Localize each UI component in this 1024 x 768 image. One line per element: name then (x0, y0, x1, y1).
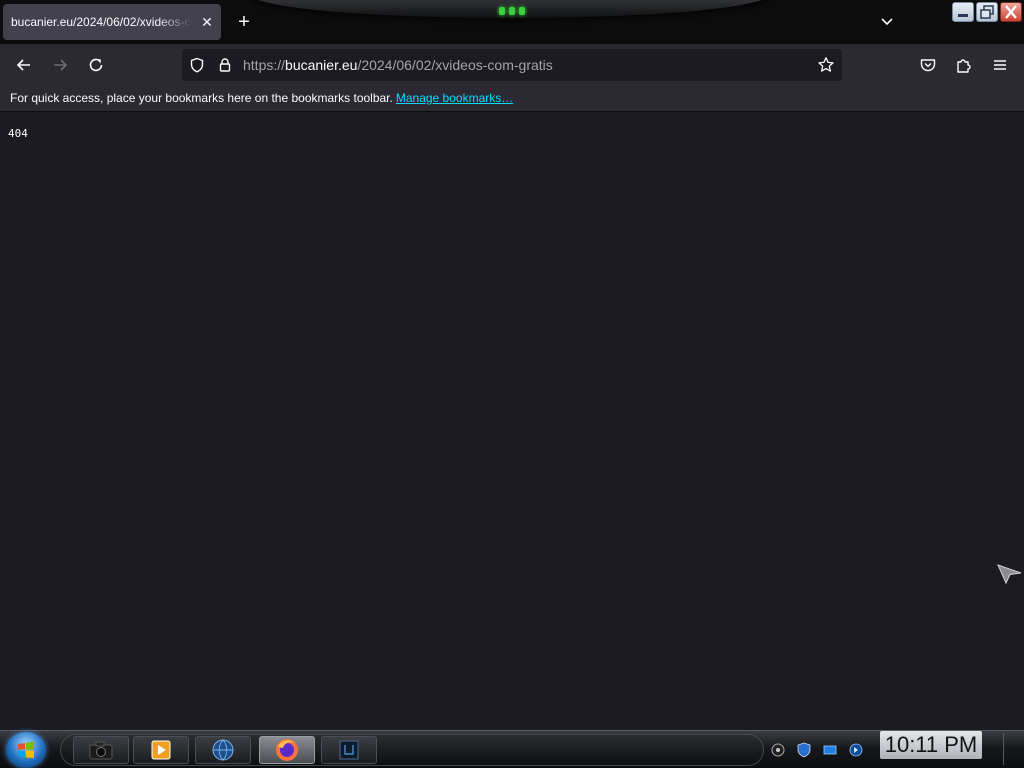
new-tab-button[interactable]: + (232, 10, 256, 34)
taskbar-clock[interactable]: 10:11 PM (880, 731, 982, 759)
minimize-button[interactable] (952, 2, 974, 22)
puzzle-icon (957, 59, 971, 73)
url-path: /2024/06/02/xvideos-com-gratis (357, 57, 553, 73)
titlebar-indicator (496, 7, 528, 17)
tab-close-icon[interactable]: ✕ (199, 14, 215, 30)
page-content: 404 (0, 112, 1024, 730)
bookmarks-toolbar: For quick access, place your bookmarks h… (0, 86, 1024, 112)
back-arrow-icon (16, 59, 30, 71)
url-scheme: https:// (243, 57, 286, 73)
taskbar-app-button[interactable] (321, 736, 377, 764)
media-player-icon (151, 740, 171, 760)
globe-icon (212, 739, 234, 761)
reload-icon (89, 58, 103, 72)
taskbar-camera-button[interactable] (73, 736, 129, 764)
reload-button[interactable] (83, 52, 109, 78)
manage-bookmarks-link[interactable]: Manage bookmarks… (396, 91, 513, 105)
back-button[interactable] (11, 52, 37, 78)
url-host: bucanier.eu (285, 57, 358, 73)
mouse-cursor-icon (997, 564, 1022, 585)
system-tray (766, 734, 870, 766)
close-icon (1005, 5, 1017, 19)
list-all-tabs-button[interactable] (876, 12, 898, 32)
navigation-toolbar: https://bucanier.eu/2024/06/02/xvideos-c… (0, 44, 1024, 86)
extensions-button[interactable] (951, 52, 977, 78)
tab-title: bucanier.eu/2024/06/02/xvideos-com-grati… (11, 15, 193, 29)
forward-arrow-icon (54, 59, 68, 71)
shield-icon[interactable] (188, 56, 206, 74)
pocket-icon (920, 59, 936, 72)
restore-button[interactable] (976, 2, 998, 22)
forward-button[interactable] (47, 52, 73, 78)
network-status-icon[interactable] (770, 742, 786, 758)
error-code-text: 404 (8, 127, 28, 140)
save-to-pocket-button[interactable] (915, 52, 941, 78)
desktop-screen: bucanier.eu/2024/06/02/xvideos-com-grati… (0, 0, 1024, 768)
bookmarks-empty-message: For quick access, place your bookmarks h… (10, 91, 393, 105)
browser-tab-active[interactable]: bucanier.eu/2024/06/02/xvideos-com-grati… (3, 4, 221, 40)
security-shield-icon[interactable] (796, 742, 812, 758)
show-desktop-button[interactable] (1003, 733, 1020, 765)
application-menu-button[interactable] (987, 52, 1013, 78)
chevron-down-icon (881, 18, 893, 26)
camera-icon (89, 741, 113, 760)
minimize-icon (958, 14, 968, 17)
app-window-icon (339, 740, 359, 760)
star-icon[interactable] (817, 56, 835, 74)
display-icon[interactable] (822, 742, 838, 758)
window-controls (952, 2, 1022, 22)
taskbar-firefox-button[interactable] (259, 736, 315, 764)
taskbar: 10:11 PM (0, 730, 1024, 768)
close-window-button[interactable] (1000, 2, 1022, 22)
volume-icon[interactable] (848, 742, 864, 758)
restore-icon (980, 5, 994, 19)
taskbar-browser-globe-button[interactable] (195, 736, 251, 764)
tab-strip: bucanier.eu/2024/06/02/xvideos-com-grati… (0, 0, 1024, 44)
lock-icon[interactable] (216, 56, 234, 74)
taskbar-buttons-area (60, 734, 764, 766)
url-bar[interactable]: https://bucanier.eu/2024/06/02/xvideos-c… (182, 49, 842, 81)
windows-logo-icon (18, 741, 34, 759)
taskbar-media-player-button[interactable] (133, 736, 189, 764)
hamburger-menu-icon (994, 60, 1006, 70)
firefox-icon (276, 739, 298, 761)
url-text[interactable]: https://bucanier.eu/2024/06/02/xvideos-c… (243, 49, 553, 81)
start-button[interactable] (6, 732, 46, 768)
